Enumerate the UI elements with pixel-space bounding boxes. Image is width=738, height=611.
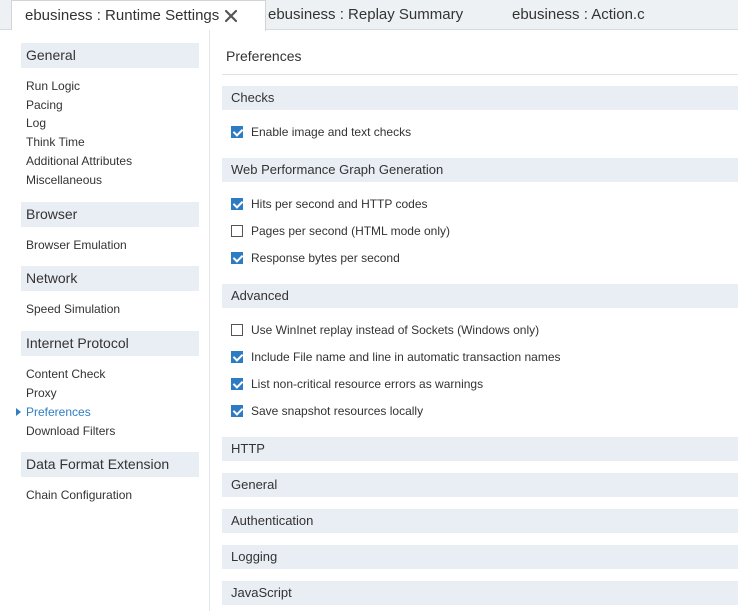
option-label: Save snapshot resources locally [251, 404, 424, 418]
option-save-snapshot-resources[interactable]: Save snapshot resources locally [231, 403, 423, 419]
option-label: Include File name and line in automatic … [251, 350, 561, 364]
close-icon[interactable] [223, 8, 239, 24]
checkbox[interactable] [231, 351, 243, 363]
tab-label: ebusiness : Replay Summary [268, 6, 464, 23]
option-label: Enable image and text checks [251, 125, 412, 139]
sidebar-item-pacing[interactable]: Pacing [26, 98, 63, 112]
sidebar-item-miscellaneous[interactable]: Miscellaneous [26, 173, 102, 187]
preferences-panel: Preferences Checks Enable image and text… [222, 30, 738, 611]
sidebar-item-preferences[interactable]: Preferences [26, 405, 91, 419]
option-include-file-name-line[interactable]: Include File name and line in automatic … [231, 349, 561, 365]
checkbox[interactable] [231, 324, 243, 336]
option-label: List non-critical resource errors as war… [251, 377, 484, 391]
option-response-bytes-per-second[interactable]: Response bytes per second [231, 250, 400, 266]
sidebar-item-proxy[interactable]: Proxy [26, 386, 57, 400]
checkbox[interactable] [231, 198, 243, 210]
settings-sidebar: General Run Logic Pacing Log Think Time … [0, 30, 210, 611]
checkbox[interactable] [231, 126, 243, 138]
section-javascript[interactable]: JavaScript [222, 581, 738, 605]
section-http[interactable]: HTTP [222, 437, 738, 461]
section-web-performance-graph-generation[interactable]: Web Performance Graph Generation [222, 158, 738, 182]
tab-bar: ebusiness : Runtime Settings ebusiness :… [0, 0, 738, 31]
sidebar-group-network: Network [21, 266, 199, 291]
sidebar-item-log[interactable]: Log [26, 116, 46, 130]
sidebar-item-speed-simulation[interactable]: Speed Simulation [26, 302, 120, 316]
tab-runtime-settings[interactable]: ebusiness : Runtime Settings [11, 0, 266, 31]
sidebar-item-think-time[interactable]: Think Time [26, 135, 85, 149]
option-label: Hits per second and HTTP codes [251, 197, 428, 211]
tab-replay-summary[interactable]: ebusiness : Replay Summary [268, 0, 463, 30]
option-label: Pages per second (HTML mode only) [251, 224, 450, 238]
option-enable-image-text-checks[interactable]: Enable image and text checks [231, 124, 411, 140]
option-list-non-critical-errors[interactable]: List non-critical resource errors as war… [231, 376, 483, 392]
sidebar-item-chain-configuration[interactable]: Chain Configuration [26, 488, 132, 502]
sidebar-item-browser-emulation[interactable]: Browser Emulation [26, 238, 127, 252]
sidebar-group-data-format-extension: Data Format Extension [21, 452, 199, 477]
option-hits-per-second[interactable]: Hits per second and HTTP codes [231, 196, 428, 212]
selected-arrow-icon [16, 408, 21, 416]
checkbox[interactable] [231, 378, 243, 390]
tab-action-c[interactable]: ebusiness : Action.c [512, 0, 645, 30]
sidebar-group-general: General [21, 43, 199, 68]
tab-label: ebusiness : Action.c [512, 6, 645, 23]
tab-label: ebusiness : Runtime Settings [25, 7, 220, 24]
section-authentication[interactable]: Authentication [222, 509, 738, 533]
checkbox[interactable] [231, 405, 243, 417]
option-label: Response bytes per second [251, 251, 400, 265]
title-divider [222, 74, 738, 75]
option-use-wininet-replay[interactable]: Use WinInet replay instead of Sockets (W… [231, 322, 539, 338]
option-pages-per-second[interactable]: Pages per second (HTML mode only) [231, 223, 450, 239]
section-checks[interactable]: Checks [222, 86, 738, 110]
sidebar-group-internet-protocol: Internet Protocol [21, 331, 199, 356]
section-logging[interactable]: Logging [222, 545, 738, 569]
sidebar-item-run-logic[interactable]: Run Logic [26, 79, 80, 93]
sidebar-item-content-check[interactable]: Content Check [26, 367, 105, 381]
section-advanced[interactable]: Advanced [222, 284, 738, 308]
sidebar-group-browser: Browser [21, 202, 199, 227]
checkbox[interactable] [231, 252, 243, 264]
sidebar-item-additional-attributes[interactable]: Additional Attributes [26, 154, 132, 168]
sidebar-item-download-filters[interactable]: Download Filters [26, 424, 115, 438]
option-label: Use WinInet replay instead of Sockets (W… [251, 323, 540, 337]
checkbox[interactable] [231, 225, 243, 237]
section-general[interactable]: General [222, 473, 738, 497]
page-title: Preferences [226, 48, 302, 64]
